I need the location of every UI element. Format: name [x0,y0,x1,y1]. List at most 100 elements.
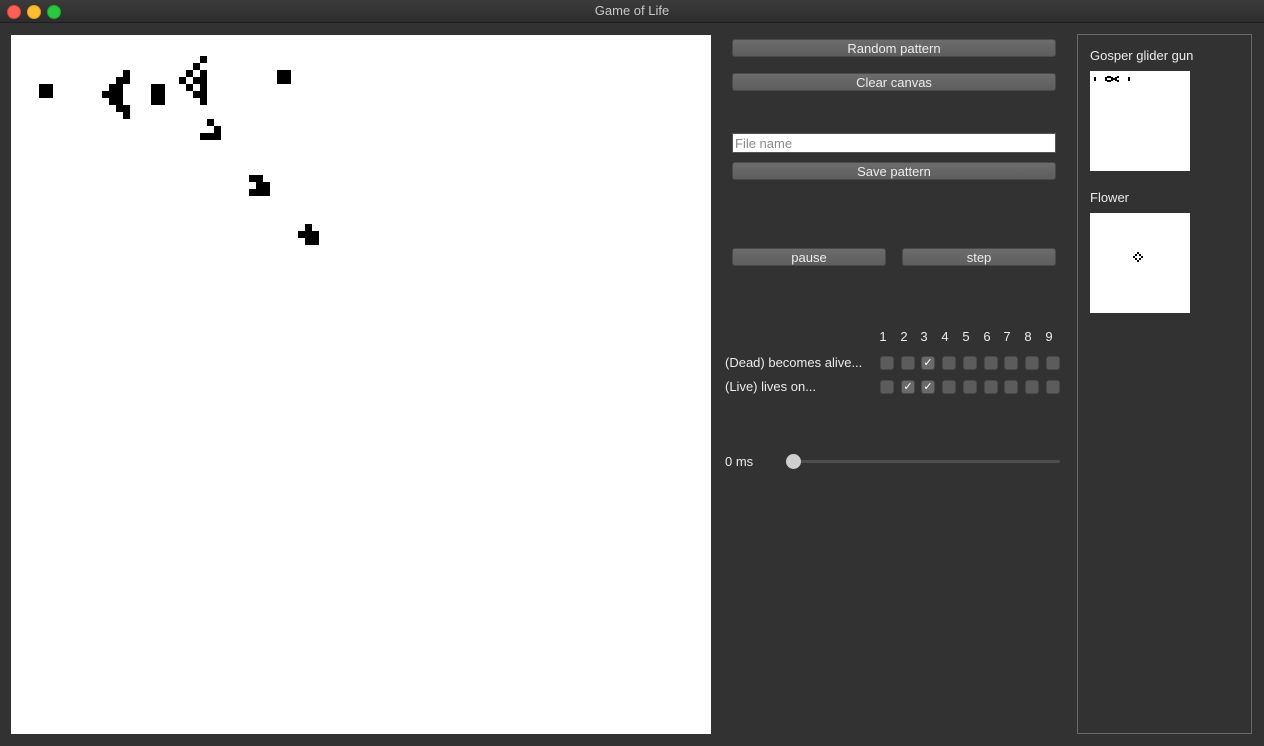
survive-checkbox-9[interactable] [1046,380,1060,394]
rule-number: 1 [879,329,887,344]
preset-cell [1128,79,1130,81]
live-cell [214,126,221,133]
preset-cell [1117,76,1119,78]
live-cell [305,238,312,245]
flower-preset-thumbnail[interactable] [1090,213,1190,313]
random-pattern-button[interactable]: Random pattern [732,39,1056,57]
survive-checkbox-6[interactable] [984,380,998,394]
live-cell [158,98,165,105]
rule-number: 9 [1045,329,1053,344]
clear-canvas-button[interactable]: Clear canvas [732,73,1056,91]
live-cell [158,91,165,98]
preset-cell [1094,79,1096,81]
survive-rule-label: (Live) lives on... [725,379,817,394]
live-cell [200,56,207,63]
live-cell [123,112,130,119]
speed-label: 0 ms [725,454,754,469]
live-cell [284,70,291,77]
preset-cell [1139,258,1141,260]
pause-button[interactable]: pause [732,248,886,266]
live-cell [193,63,200,70]
birth-checkbox-9[interactable] [1046,356,1060,370]
live-cell [200,91,207,98]
live-cell [263,189,270,196]
live-cell [200,84,207,91]
live-cell [249,189,256,196]
live-cell [46,84,53,91]
birth-checkbox-8[interactable] [1025,356,1039,370]
live-cell [193,77,200,84]
live-cell [116,98,123,105]
live-cell [116,84,123,91]
survive-checkbox-4[interactable] [942,380,956,394]
birth-checkbox-6[interactable] [984,356,998,370]
live-cell [179,77,186,84]
title-bar[interactable]: Game of Life [0,0,1264,23]
gosper-preset-title: Gosper glider gun [1090,48,1194,63]
live-cell [123,77,130,84]
live-cell [193,91,200,98]
survive-checkbox-8[interactable] [1025,380,1039,394]
live-cell [200,77,207,84]
live-cell [158,84,165,91]
live-cell [277,77,284,84]
survive-checkbox-1[interactable] [880,380,894,394]
rule-number: 5 [962,329,970,344]
birth-checkbox-5[interactable] [963,356,977,370]
birth-checkbox-3[interactable]: ✓ [921,356,935,370]
live-cell [256,182,263,189]
rule-number: 2 [900,329,908,344]
live-cell [151,84,158,91]
live-cell [151,98,158,105]
live-cell [186,70,193,77]
preset-cell [1117,80,1119,82]
preset-cell [1105,79,1107,81]
rule-number: 7 [1003,329,1011,344]
preset-cell [1141,256,1143,258]
file-name-input[interactable] [732,133,1056,153]
survive-checkbox-3[interactable]: ✓ [921,380,935,394]
survive-checkbox-2[interactable]: ✓ [901,380,915,394]
save-pattern-button[interactable]: Save pattern [732,162,1056,180]
live-cell [109,98,116,105]
live-cell [116,91,123,98]
life-canvas[interactable] [11,35,711,734]
live-cell [256,189,263,196]
live-cell [39,91,46,98]
gosper-preset-thumbnail[interactable] [1090,71,1190,171]
speed-slider-track[interactable] [792,460,1060,463]
survive-checkbox-7[interactable] [1004,380,1018,394]
preset-cell [1135,254,1137,256]
speed-slider-handle[interactable] [786,454,801,469]
live-cell [207,119,214,126]
birth-checkbox-4[interactable] [942,356,956,370]
rule-number: 3 [920,329,928,344]
live-cell [298,231,305,238]
birth-rule-label: (Dead) becomes alive... [725,355,863,370]
survive-checkbox-5[interactable] [963,380,977,394]
live-cell [102,91,109,98]
live-cell [39,84,46,91]
live-cell [305,231,312,238]
window-title: Game of Life [594,3,670,18]
birth-checkbox-7[interactable] [1004,356,1018,370]
live-cell [200,98,207,105]
live-cell [116,77,123,84]
birth-checkbox-2[interactable] [901,356,915,370]
live-cell [312,231,319,238]
rule-number: 6 [983,329,991,344]
live-cell [277,70,284,77]
live-cell [305,224,312,231]
live-cell [109,84,116,91]
live-cell [263,182,270,189]
birth-checkbox-1[interactable] [880,356,894,370]
live-cell [116,105,123,112]
preset-cell [1137,260,1139,262]
live-cell [200,133,207,140]
live-cell [123,105,130,112]
rule-number: 4 [941,329,949,344]
step-button[interactable]: step [902,248,1056,266]
live-cell [186,84,193,91]
rule-number: 8 [1024,329,1032,344]
live-cell [46,91,53,98]
